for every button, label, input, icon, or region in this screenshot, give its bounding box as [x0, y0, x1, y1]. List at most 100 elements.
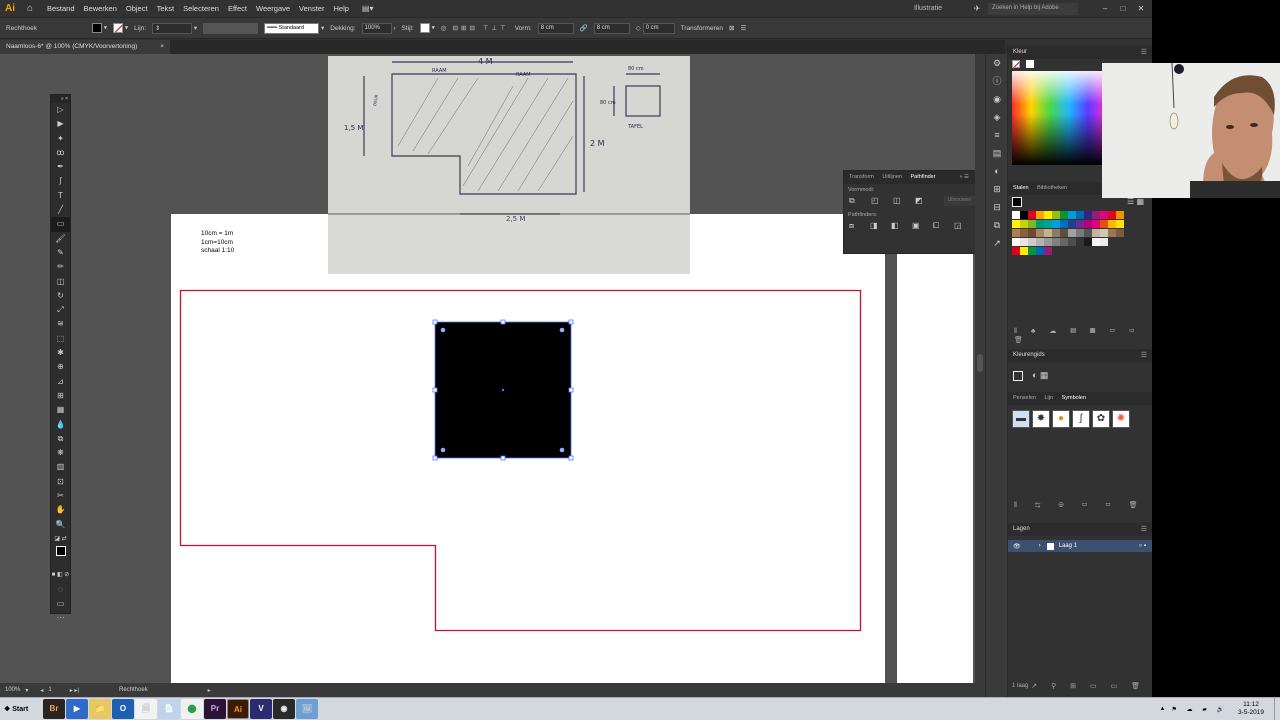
- color-swatch[interactable]: [1100, 211, 1108, 219]
- artboard-nav-prev[interactable]: ◂: [40, 687, 43, 694]
- line-tool-icon[interactable]: ╱: [51, 203, 70, 217]
- color-swatch[interactable]: [1084, 211, 1092, 219]
- close-icon[interactable]: ✕: [1134, 4, 1148, 13]
- color-swatch[interactable]: [1116, 211, 1124, 219]
- taskbar-explorer-icon[interactable]: 📁: [89, 699, 111, 719]
- color-swatch[interactable]: [1052, 229, 1060, 237]
- color-swatch[interactable]: [1012, 229, 1020, 237]
- merge-icon[interactable]: ◧: [891, 221, 902, 231]
- color-swatch[interactable]: [1044, 211, 1052, 219]
- color-swatch[interactable]: [1084, 229, 1092, 237]
- color-swatch[interactable]: [1020, 229, 1028, 237]
- color-swatch[interactable]: [1108, 220, 1116, 228]
- color-swatch[interactable]: [1052, 220, 1060, 228]
- color-swatch[interactable]: [1100, 220, 1108, 228]
- divide-icon[interactable]: ⧈: [849, 221, 860, 231]
- color-swatch[interactable]: [1012, 220, 1020, 228]
- swatch-fill-indicator[interactable]: [1012, 197, 1022, 207]
- color-swatch[interactable]: [1100, 238, 1108, 246]
- color-swatch[interactable]: [1076, 229, 1084, 237]
- swatch-footer-icons[interactable]: ⫴ ♣ ☁ ▤ ▦ ▭ ▭ 🗑: [1014, 327, 1152, 344]
- symbol-splat-icon[interactable]: ✸: [1032, 410, 1050, 428]
- mesh-tool-icon[interactable]: ⊞: [51, 389, 70, 403]
- taskbar-premiere-icon[interactable]: Pr: [204, 699, 226, 719]
- tab-pathfinder[interactable]: Pathfinder: [911, 174, 936, 180]
- taskbar-bridge-icon[interactable]: Br: [43, 699, 65, 719]
- taskbar-illustrator-icon[interactable]: Ai: [227, 699, 249, 719]
- color-panel-icon[interactable]: ⚙: [986, 54, 1008, 72]
- opacity-field[interactable]: 100% ›: [361, 22, 396, 34]
- panel-collapse-icon[interactable]: » ☰: [959, 174, 969, 180]
- workspace-switcher[interactable]: Illustratie: [914, 5, 942, 12]
- taskbar-chrome-icon[interactable]: ⬤: [181, 699, 203, 719]
- color-swatch[interactable]: [1068, 211, 1076, 219]
- layers-menu-icon[interactable]: ☰: [1141, 525, 1147, 533]
- gradient-tool-icon[interactable]: ▦: [51, 403, 70, 417]
- color-swatch[interactable]: [1068, 238, 1076, 246]
- symbols-footer-icons[interactable]: ⫴ ⇆ ⊕ ▭ ▭ 🗑: [1014, 501, 1146, 510]
- taskbar-obs-icon[interactable]: ◉: [273, 699, 295, 719]
- paintbrush-tool-icon[interactable]: 🖌: [51, 232, 70, 246]
- free-transform-tool-icon[interactable]: ⬚: [51, 332, 70, 346]
- color-swatch[interactable]: [1020, 220, 1028, 228]
- stroke-style-field[interactable]: ━━━ Standaard ▾: [264, 22, 324, 34]
- screen-mode-icon[interactable]: ▭: [51, 597, 70, 611]
- info-panel-icon[interactable]: ⓘ: [986, 72, 1008, 90]
- direct-selection-tool-icon[interactable]: ▶: [51, 117, 70, 131]
- color-swatch[interactable]: [1044, 229, 1052, 237]
- symbol-orange-circle-icon[interactable]: ●: [1052, 410, 1070, 428]
- clock[interactable]: 11:12 3-5-2019: [1238, 701, 1264, 717]
- show-desktop-button[interactable]: [1274, 698, 1280, 720]
- symbol-sun-icon[interactable]: ✺: [1112, 410, 1130, 428]
- menu-object[interactable]: Object: [126, 4, 148, 13]
- tab-penselen[interactable]: Penselen: [1013, 395, 1036, 401]
- taskbar-outlook-icon[interactable]: O: [112, 699, 134, 719]
- puppet-warp-tool-icon[interactable]: ✱: [51, 346, 70, 360]
- menu-weergave[interactable]: Weergave: [256, 4, 290, 13]
- slice-tool-icon[interactable]: ✂: [51, 489, 70, 503]
- width-field[interactable]: 8 cm: [537, 22, 574, 34]
- drawing-mode-icon[interactable]: ◌: [51, 583, 70, 597]
- align-icons[interactable]: ⊟⊞⊟ ⊤⊥⊤: [453, 24, 509, 32]
- vertical-scrollbar[interactable]: [975, 54, 985, 683]
- color-swatch[interactable]: [1060, 229, 1068, 237]
- color-swatch[interactable]: [1036, 211, 1044, 219]
- intersect-icon[interactable]: ◫: [893, 196, 905, 206]
- color-swatch[interactable]: [1108, 211, 1116, 219]
- fill-swatch[interactable]: ▾: [92, 23, 107, 33]
- menu-effect[interactable]: Effect: [228, 4, 247, 13]
- color-swatch[interactable]: [1012, 247, 1020, 255]
- layer-target-icon[interactable]: ○ ▪: [1139, 543, 1146, 549]
- document-tab[interactable]: Naamloos-6* @ 100% (CMYK/Voorvertoning) …: [0, 40, 170, 54]
- crop-icon[interactable]: ▣: [912, 221, 923, 231]
- stroke-swatch[interactable]: ▾: [113, 23, 128, 33]
- color-swatch[interactable]: [1012, 211, 1020, 219]
- menu-selecteren[interactable]: Selecteren: [183, 4, 219, 13]
- tab-bibliotheken[interactable]: Bibliotheken: [1037, 185, 1067, 191]
- menu-venster[interactable]: Venster: [299, 4, 324, 13]
- kleurengids-menu-icon[interactable]: ☰: [1141, 351, 1147, 359]
- color-swatch[interactable]: [1028, 238, 1036, 246]
- arrange-documents-icon[interactable]: ▤▾: [362, 4, 374, 13]
- transform-panel-icon[interactable]: ⧉: [986, 216, 1008, 234]
- taskbar-document-icon[interactable]: 📄: [158, 699, 180, 719]
- selection-tool-icon[interactable]: ▷: [51, 103, 70, 117]
- symbol-curl-icon[interactable]: ʃ: [1072, 410, 1090, 428]
- default-colors-icon[interactable]: ◪ ⇄: [51, 532, 70, 546]
- color-swatch[interactable]: [1060, 238, 1068, 246]
- color-swatch[interactable]: [1068, 220, 1076, 228]
- panel-menu-icon[interactable]: ☰: [1141, 48, 1147, 56]
- color-swatch[interactable]: [1020, 247, 1028, 255]
- pencil-tool-icon[interactable]: ✏: [51, 260, 70, 274]
- zoom-field[interactable]: 100%: [5, 687, 20, 693]
- tray-icons[interactable]: ⚑ ☁ ▰ 🔊: [1172, 706, 1228, 713]
- home-icon[interactable]: ⌂: [27, 3, 41, 15]
- shaper-tool-icon[interactable]: ✎: [51, 246, 70, 260]
- artboard-tool-icon[interactable]: ⊡: [51, 475, 70, 489]
- color-swatch[interactable]: [1036, 238, 1044, 246]
- scale-tool-icon[interactable]: ⤢: [51, 303, 70, 317]
- canvas[interactable]: 4 M RAAM RAAM 1,5 M 2 M 2,5 M 80 cm 80 c…: [0, 54, 975, 684]
- color-mode-icon[interactable]: ■ ◧ ⊘: [51, 568, 70, 582]
- minus-back-icon[interactable]: ◲: [954, 221, 965, 231]
- base-color-swatch[interactable]: [1013, 371, 1023, 381]
